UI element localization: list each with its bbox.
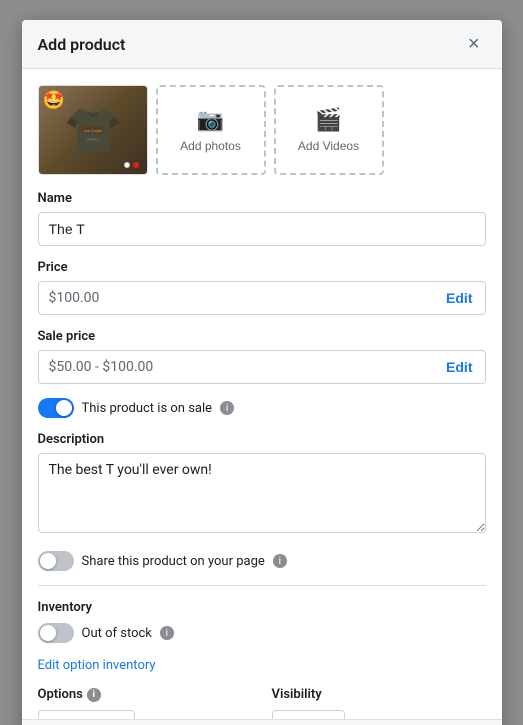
visibility-col-label: Visibility (272, 687, 486, 702)
options-info-icon[interactable]: i (87, 688, 101, 702)
on-sale-label: This product is on sale (82, 401, 213, 416)
share-label: Share this product on your page (82, 554, 265, 569)
description-label: Description (38, 432, 486, 447)
inventory-label: Inventory (38, 600, 486, 615)
sale-price-label: Sale price (38, 329, 486, 344)
add-video-icon: 🎬 (315, 107, 342, 133)
add-videos-button[interactable]: 🎬 Add Videos (274, 85, 384, 175)
out-of-stock-toggle[interactable] (38, 623, 74, 643)
out-of-stock-row: Out of stock i (38, 623, 486, 643)
name-field-group: Name (38, 191, 486, 246)
close-button[interactable]: × (462, 32, 486, 56)
divider-1 (38, 585, 486, 586)
edit-options-button[interactable]: Edit options (38, 710, 136, 719)
add-photo-icon: 📷 (197, 107, 224, 133)
name-label: Name (38, 191, 486, 206)
price-value: $100.00 (39, 282, 435, 314)
toggle-track[interactable] (38, 398, 74, 418)
add-videos-label: Add Videos (298, 139, 359, 153)
photo-dots (124, 162, 139, 168)
out-of-stock-thumb (40, 625, 56, 641)
add-product-modal: Add product × (22, 20, 502, 725)
on-sale-toggle[interactable] (38, 398, 74, 418)
add-photos-label: Add photos (180, 139, 241, 153)
sale-price-edit-button[interactable]: Edit (434, 351, 484, 383)
sale-price-value: $50.00 - $100.00 (39, 351, 435, 383)
share-toggle-track[interactable] (38, 551, 74, 571)
visibility-value: Public (283, 718, 318, 719)
dot-2 (133, 162, 139, 168)
modal-title: Add product (38, 35, 126, 54)
modal-footer: Cancel Save (22, 719, 502, 725)
emoji-overlay: 🤩 (43, 90, 65, 111)
toggle-thumb (56, 400, 72, 416)
share-toggle-thumb (40, 553, 56, 569)
dot-1 (124, 162, 130, 168)
share-toggle-row: Share this product on your page i (38, 551, 486, 571)
options-col-label: Options i (38, 687, 252, 702)
visibility-col: Visibility Public ▼ (272, 687, 486, 719)
modal-header: Add product × (22, 20, 502, 69)
on-sale-toggle-row: This product is on sale i (38, 398, 486, 418)
price-edit-button[interactable]: Edit (434, 282, 484, 314)
price-label: Price (38, 260, 486, 275)
options-label-text: Options (38, 687, 83, 702)
out-of-stock-track[interactable] (38, 623, 74, 643)
share-info-icon[interactable]: i (273, 554, 287, 568)
add-photos-button[interactable]: 📷 Add photos (156, 85, 266, 175)
edit-option-inventory-link[interactable]: Edit option inventory (38, 658, 156, 673)
sale-price-field-group: Sale price $50.00 - $100.00 Edit (38, 329, 486, 384)
photo-section: Lee Cooper ORIGINAL 🤩 📷 Add photos (38, 85, 486, 175)
out-of-stock-info-icon[interactable]: i (160, 626, 174, 640)
sale-price-input-row: $50.00 - $100.00 Edit (38, 350, 486, 384)
svg-text:ORIGINAL: ORIGINAL (86, 138, 99, 142)
visibility-label-text: Visibility (272, 687, 322, 702)
description-input[interactable]: The best T you'll ever own! (38, 453, 486, 533)
visibility-select-button[interactable]: Public ▼ (272, 710, 345, 719)
name-input[interactable] (38, 212, 486, 246)
tshirt-graphic: Lee Cooper ORIGINAL (58, 95, 128, 165)
modal-body: Lee Cooper ORIGINAL 🤩 📷 Add photos (22, 69, 502, 719)
on-sale-info-icon[interactable]: i (220, 401, 234, 415)
options-col: Options i Edit options (38, 687, 252, 719)
share-toggle[interactable] (38, 551, 74, 571)
description-field-group: Description The best T you'll ever own! (38, 432, 486, 537)
out-of-stock-label: Out of stock (82, 626, 152, 641)
price-input-row: $100.00 Edit (38, 281, 486, 315)
options-visibility-row: Options i Edit options Visibility Public… (38, 687, 486, 719)
price-field-group: Price $100.00 Edit (38, 260, 486, 315)
main-photo-container: Lee Cooper ORIGINAL 🤩 (38, 85, 148, 175)
svg-text:Lee Cooper: Lee Cooper (83, 129, 102, 133)
